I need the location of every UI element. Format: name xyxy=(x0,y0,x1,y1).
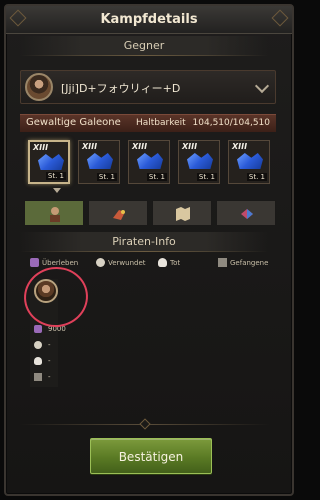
parrot-icon xyxy=(113,210,125,220)
ship-slot-4[interactable]: XIII St. 1 xyxy=(178,140,220,184)
ship-level: St. 1 xyxy=(196,173,217,181)
ship-icon xyxy=(237,153,263,169)
dead-icon xyxy=(158,258,167,267)
opponent-name: [Jji]D+フォウリィー+D xyxy=(61,82,181,95)
ship-rank: XIII xyxy=(232,142,248,151)
detail-tabs xyxy=(24,200,276,226)
treasure-map-icon xyxy=(176,207,190,221)
wounded-icon xyxy=(96,258,105,267)
durability: Haltbarkeit 104,510/104,510 xyxy=(136,118,270,128)
ship-level: St. 1 xyxy=(246,173,267,181)
captured-value: - xyxy=(48,373,51,381)
wounded-icon xyxy=(34,341,42,349)
ship-slot-3[interactable]: XIII St. 1 xyxy=(128,140,170,184)
durability-label: Haltbarkeit xyxy=(135,118,186,128)
ship-rank: XIII xyxy=(82,142,98,151)
ship-level: St. 1 xyxy=(45,172,66,180)
selection-marker-icon xyxy=(53,188,61,193)
survived-icon xyxy=(34,325,42,333)
dead-value: - xyxy=(48,357,51,365)
tab-parrot[interactable] xyxy=(88,200,148,226)
legend-wounded: Verwundet xyxy=(96,258,146,267)
ship-icon xyxy=(187,153,213,169)
ship-list: XIII St. 1 XIII St. 1 XIII St. 1 XIII St… xyxy=(28,140,272,186)
legend-label: Verwundet xyxy=(108,258,146,267)
pirate-dead-row: - xyxy=(34,355,74,367)
captain-portrait-icon xyxy=(25,73,53,101)
survived-icon xyxy=(30,258,39,267)
ship-info-bar: Gewaltige Galeone Haltbarkeit 104,510/10… xyxy=(20,114,276,132)
ship-rank: XIII xyxy=(132,142,148,151)
ship-icon xyxy=(87,153,113,169)
durability-value: 104,510/104,510 xyxy=(192,118,270,128)
pirate-crew-icon xyxy=(50,207,60,222)
ship-icon xyxy=(137,153,163,169)
legend-captured: Gefangene xyxy=(218,258,268,267)
opponent-selector[interactable]: [Jji]D+フォウリィー+D xyxy=(20,70,276,104)
ship-name: Gewaltige Galeone xyxy=(26,117,121,128)
captured-icon xyxy=(34,373,42,381)
legend-dead: Tot xyxy=(158,258,180,267)
ship-slot-1[interactable]: XIII St. 1 xyxy=(28,140,70,184)
pirate-info-header: Piraten-Info xyxy=(20,232,268,252)
legend-label: Gefangene xyxy=(230,258,269,267)
tab-treasure-map[interactable] xyxy=(152,200,212,226)
ship-level: St. 1 xyxy=(96,173,117,181)
ship-rank: XIII xyxy=(182,142,198,151)
cargo-icon xyxy=(241,209,253,219)
ship-slot-5[interactable]: XIII St. 1 xyxy=(228,140,270,184)
tab-pirate-crew[interactable] xyxy=(24,200,84,226)
ship-slot-2[interactable]: XIII St. 1 xyxy=(78,140,120,184)
opponent-section-header: Gegner xyxy=(20,36,268,56)
ship-icon xyxy=(38,154,64,170)
wounded-value: - xyxy=(48,341,51,349)
window-title: Kampfdetails xyxy=(100,12,198,27)
dead-icon xyxy=(34,357,42,365)
confirm-button-label: Bestätigen xyxy=(118,450,184,464)
ship-level: St. 1 xyxy=(146,173,167,181)
confirm-button[interactable]: Bestätigen xyxy=(90,438,212,474)
legend-survived: Überleben xyxy=(30,258,78,267)
legend-label: Überleben xyxy=(42,258,79,267)
tab-cargo[interactable] xyxy=(216,200,276,226)
captured-icon xyxy=(218,258,227,267)
ship-rank: XIII xyxy=(33,143,49,152)
pirate-wounded-row: - xyxy=(34,339,74,351)
title-bar: Kampfdetails xyxy=(6,6,292,34)
chevron-down-icon[interactable] xyxy=(254,78,270,94)
pirate-captured-row: - xyxy=(34,371,74,383)
legend-label: Tot xyxy=(170,258,181,267)
